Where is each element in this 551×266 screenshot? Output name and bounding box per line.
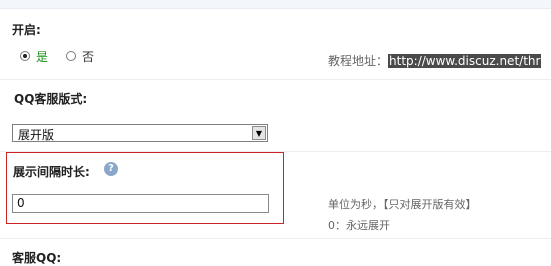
tutorial-prefix: 教程地址：	[328, 54, 389, 68]
qq-style-label: QQ客服版式:	[14, 92, 88, 106]
help-icon[interactable]: ?	[104, 162, 118, 176]
open-radio-group: 是 否	[20, 48, 94, 64]
open-setting-label: 开启:	[12, 23, 41, 37]
radio-no-label[interactable]: 否	[82, 48, 94, 65]
interval-hint-unit: 单位为秒，【只对展开版有效】	[328, 198, 477, 211]
interval-input[interactable]: 0	[12, 194, 269, 213]
qq-style-selected-value: 展开版	[18, 128, 55, 142]
separator-1	[0, 79, 551, 80]
radio-yes-label[interactable]: 是	[36, 48, 48, 65]
top-band	[0, 0, 551, 9]
chevron-down-icon[interactable]: ▼	[252, 126, 266, 140]
radio-yes[interactable]	[20, 51, 30, 61]
tutorial-address: 教程地址：http://www.discuz.net/thr	[328, 52, 542, 69]
separator-3	[0, 238, 551, 239]
service-qq-label: 客服QQ:	[12, 251, 62, 265]
qq-style-select[interactable]: 展开版 ▼	[12, 124, 268, 142]
radio-no[interactable]	[66, 51, 77, 61]
interval-hint-forever: 0：永远展开	[328, 219, 390, 232]
tutorial-url-link[interactable]: http://www.discuz.net/thr	[388, 54, 542, 68]
interval-label: 展示间隔时长:	[13, 165, 90, 179]
